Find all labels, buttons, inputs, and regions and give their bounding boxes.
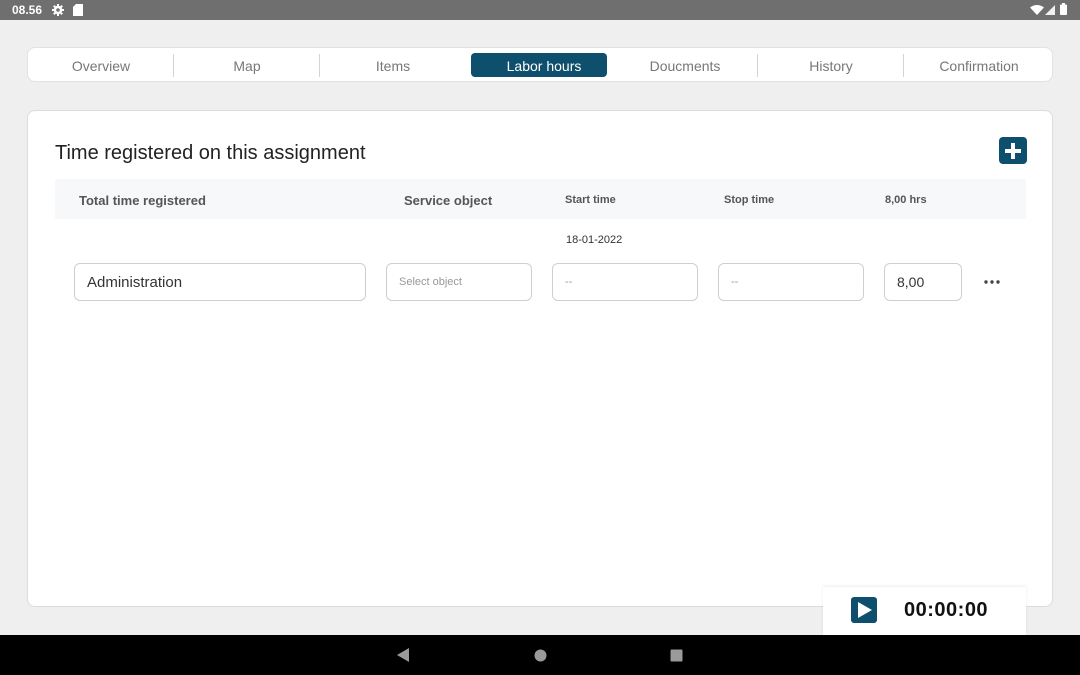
more-options-button[interactable] — [980, 273, 1004, 291]
timer-panel: 00:00:00 — [823, 587, 1026, 635]
table-header: Total time registered Service object Sta… — [55, 179, 1026, 219]
play-timer-button[interactable] — [851, 597, 877, 623]
navigation-bar — [0, 635, 1080, 675]
tab-map[interactable]: Map — [174, 48, 320, 83]
tab-label: Overview — [71, 57, 131, 74]
signal-icon — [1045, 5, 1055, 15]
start-time-field[interactable] — [552, 263, 698, 301]
column-service-object: Service object — [404, 193, 493, 208]
column-stop-time: Stop time — [724, 194, 775, 206]
back-icon[interactable] — [396, 648, 410, 662]
column-start-time: Start time — [565, 194, 616, 206]
tab-overview[interactable]: Overview — [28, 48, 174, 83]
labor-hours-card: Time registered on this assignment Total… — [27, 110, 1053, 607]
plus-icon — [1005, 142, 1021, 159]
column-total-time: Total time registered — [79, 193, 206, 208]
card-title: Time registered on this assignment — [55, 142, 366, 164]
sd-card-icon — [73, 4, 83, 16]
hours-field[interactable] — [884, 263, 962, 301]
tab-label: Map — [233, 57, 261, 74]
play-icon — [858, 602, 872, 618]
activity-field[interactable] — [74, 263, 366, 301]
tab-label: Items — [375, 57, 411, 74]
tab-label: Labor hours — [506, 57, 582, 74]
more-horizontal-icon — [984, 280, 1000, 284]
status-time: 08.56 — [12, 3, 43, 17]
tab-documents[interactable]: Doucments — [612, 48, 758, 83]
wifi-icon — [1030, 5, 1044, 15]
timer-display: 00:00:00 — [904, 599, 989, 621]
entry-date: 18-01-2022 — [566, 234, 623, 246]
tab-label: Doucments — [649, 57, 721, 74]
gear-icon — [52, 4, 64, 16]
tab-labor-hours[interactable]: Labor hours — [471, 48, 617, 83]
add-time-button[interactable] — [999, 137, 1027, 164]
recents-icon[interactable] — [670, 649, 683, 662]
service-object-field[interactable] — [386, 263, 532, 301]
status-bar: 08.56 — [0, 0, 1080, 20]
tab-bar: Overview Map Items Labor hours Doucments… — [27, 47, 1053, 82]
stop-time-field[interactable] — [718, 263, 864, 301]
tab-confirmation[interactable]: Confirmation — [906, 48, 1052, 83]
battery-icon — [1060, 3, 1067, 15]
tab-items[interactable]: Items — [320, 48, 466, 83]
tab-label: Confirmation — [939, 57, 1019, 74]
tab-history[interactable]: History — [758, 48, 904, 83]
home-icon[interactable] — [534, 649, 547, 662]
tab-label: History — [809, 57, 853, 74]
column-total-hours: 8,00 hrs — [885, 194, 927, 206]
